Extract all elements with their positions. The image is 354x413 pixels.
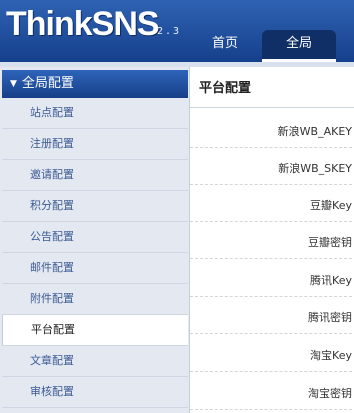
sidebar-item-platform[interactable]: 平台配置 [2, 315, 188, 346]
field-label-tencent-secret: 腾讯密钥 [308, 311, 352, 324]
title-divider [190, 107, 354, 108]
form-row: 新浪WB_SKEY [190, 148, 352, 185]
nav-tab-global[interactable]: 全局 [262, 30, 336, 62]
sidebar-item-article[interactable]: 文章配置 [2, 346, 188, 377]
top-header: ThinkSNS 2.3 首页 全局 [0, 0, 354, 62]
field-label-sina-akey: 新浪WB_AKEY [277, 125, 352, 138]
sidebar-item-mail[interactable]: 邮件配置 [2, 253, 188, 284]
form-row: 新浪WB_AKEY [190, 111, 352, 148]
form-row: 豆瓣密钥 [190, 222, 352, 259]
version-label: 2.3 [157, 26, 182, 37]
nav-tab-home[interactable]: 首页 [198, 30, 252, 62]
sidebar-item-site[interactable]: 站点配置 [2, 98, 188, 129]
thinksns-logo[interactable]: ThinkSNS [6, 4, 160, 44]
field-label-tencent-key: 腾讯Key [310, 274, 352, 287]
sidebar-item-review[interactable]: 审核配置 [2, 377, 188, 408]
field-label-douban-key: 豆瓣Key [310, 199, 352, 212]
field-label-taobao-secret: 淘宝密钥 [308, 387, 352, 400]
sidebar-item-credits[interactable]: 积分配置 [2, 191, 188, 222]
sidebar: ▼ 全局配置 站点配置 注册配置 邀请配置 积分配置 公告配置 邮件配置 附件配置… [0, 67, 190, 413]
sidebar-section-header[interactable]: ▼ 全局配置 [2, 70, 188, 98]
field-label-taobao-key: 淘宝Key [310, 349, 352, 362]
field-label-douban-secret: 豆瓣密钥 [308, 236, 352, 249]
sidebar-item-register[interactable]: 注册配置 [2, 129, 188, 160]
form-row: 豆瓣Key [190, 185, 352, 222]
sidebar-menu: 站点配置 注册配置 邀请配置 积分配置 公告配置 邮件配置 附件配置 平台配置 … [2, 98, 188, 408]
sidebar-section-title: 全局配置 [21, 76, 74, 91]
field-label-sina-skey: 新浪WB_SKEY [278, 162, 352, 175]
form-row: 腾讯密钥 [190, 297, 352, 334]
sidebar-item-announcement[interactable]: 公告配置 [2, 222, 188, 253]
main-content: 平台配置 新浪WB_AKEY 新浪WB_SKEY 豆瓣Key 豆瓣密钥 腾讯Ke… [190, 67, 354, 413]
form-row: 淘宝Key [190, 335, 352, 372]
triangle-down-icon: ▼ [10, 79, 17, 89]
form-row: 淘宝密钥 [190, 373, 352, 410]
form-row: 腾讯Key [190, 260, 352, 297]
page-title: 平台配置 [199, 81, 252, 96]
sidebar-item-attachment[interactable]: 附件配置 [2, 284, 188, 315]
sidebar-item-invite[interactable]: 邀请配置 [2, 160, 188, 191]
